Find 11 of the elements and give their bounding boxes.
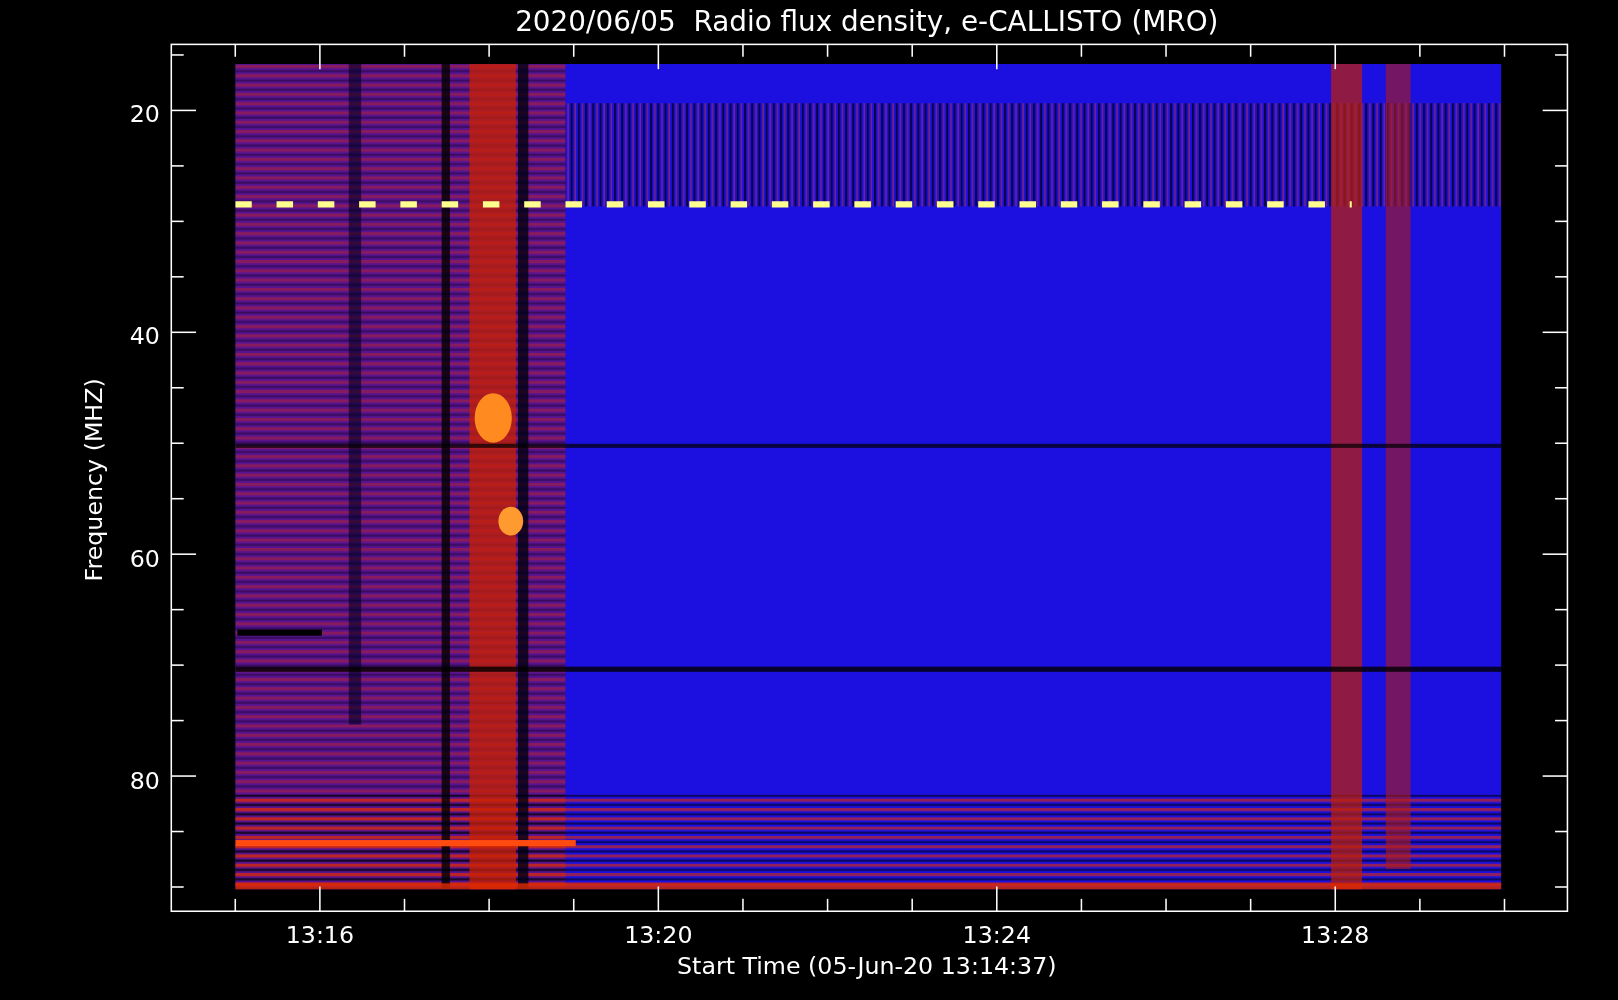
x-tick-label: 13:24 bbox=[962, 921, 1031, 950]
x-axis-label: Start Time (05-Jun-20 13:14:37) bbox=[677, 952, 1057, 981]
x-tick-label: 13:20 bbox=[624, 921, 693, 950]
y-tick-label: 60 bbox=[129, 544, 160, 573]
y-tick-label: 80 bbox=[129, 766, 160, 795]
x-tick-label: 13:16 bbox=[285, 921, 355, 950]
chart-title: 2020/06/05 Radio flux density, e-CALLISTO (MRO) bbox=[515, 4, 1219, 38]
x-tick-label: 13:28 bbox=[1301, 921, 1370, 950]
y-axis-label: Frequency (MHZ) bbox=[80, 378, 109, 582]
y-tick-label: 20 bbox=[129, 99, 160, 128]
y-tick-label: 40 bbox=[129, 322, 160, 351]
